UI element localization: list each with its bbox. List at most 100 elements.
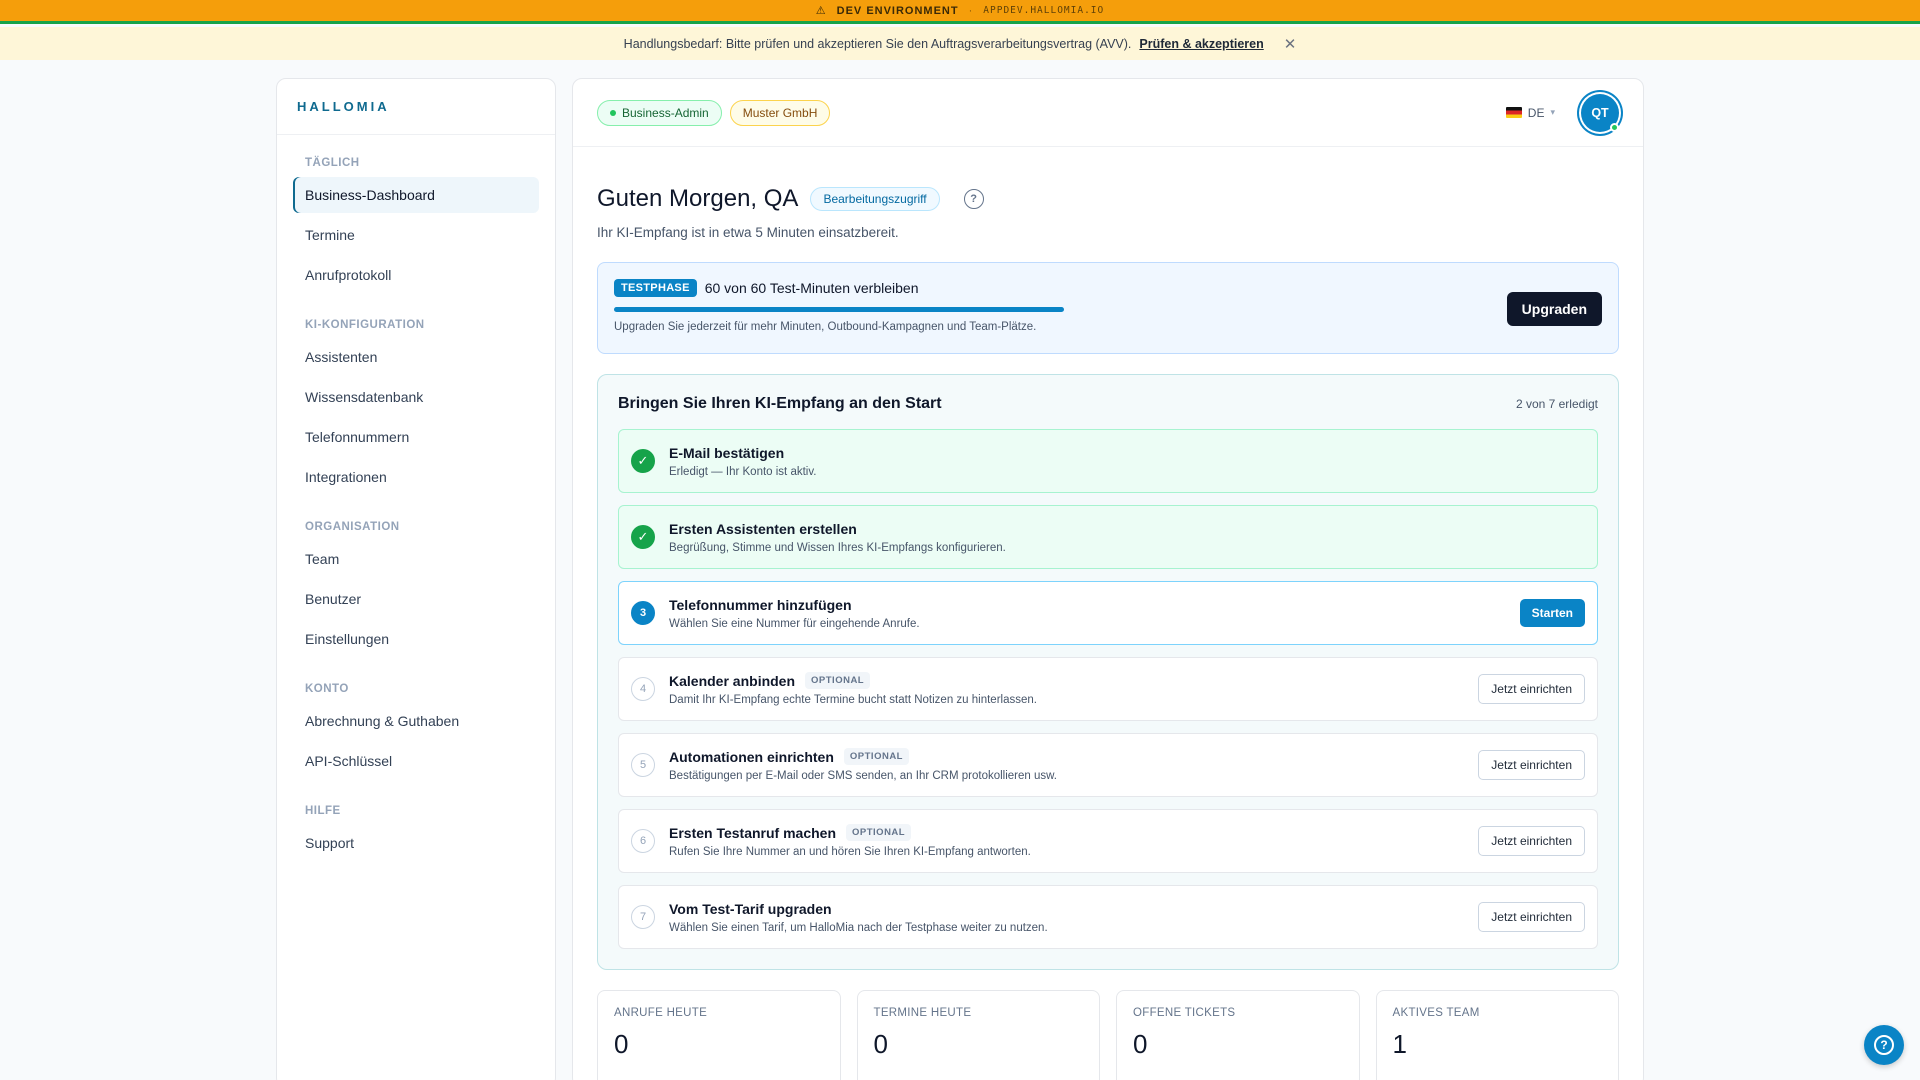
onboarding-progress-count: 2 von 7 erledigt [1515, 397, 1598, 411]
setup-now-button[interactable]: Jetzt einrichten [1478, 826, 1585, 856]
language-label: DE [1527, 105, 1545, 120]
trial-progress-bar [614, 307, 1064, 312]
optional-badge: OPTIONAL [846, 824, 912, 841]
sidebar-section-title: TÄGLICH [305, 157, 360, 169]
help-chat-button[interactable]: ? [1864, 1025, 1904, 1065]
language-selector[interactable]: DE ▾ [1505, 105, 1555, 120]
role-status-dot [610, 109, 616, 116]
sidebar-section-title: HILFE [305, 805, 341, 817]
step-number: 6 [631, 829, 655, 853]
stat-label: AKTIVES TEAM [1392, 1007, 1480, 1019]
trial-progress-fill [614, 307, 1064, 312]
page-title: Guten Morgen, QA [597, 185, 799, 212]
step-description: Bestätigungen per E-Mail oder SMS senden… [669, 770, 1058, 782]
onboarding-checklist: Bringen Sie Ihren KI-Empfang an den Star… [597, 374, 1619, 970]
sidebar-nav: TÄGLICH Business-Dashboard Termine Anrufpro… [277, 135, 555, 861]
notice-text: Handlungsbedarf: Bitte prüfen und akzept… [623, 36, 1132, 51]
step-description: Wählen Sie einen Tarif, um HalloMia nach… [669, 921, 1048, 934]
online-status-dot [1610, 122, 1619, 132]
check-icon: ✓ [631, 449, 655, 473]
help-icon[interactable]: ? [963, 189, 984, 209]
dashboard-content: Guten Morgen, QA Bearbeitungszugriff ? I… [573, 185, 1643, 1080]
organization-badge[interactable]: Muster GmbH [729, 99, 831, 126]
onboarding-step: 4 Kalender anbinden OPTIONAL Damit Ihr KI-E… [618, 657, 1598, 721]
dev-environment-label: DEV ENVIRONMENT [836, 4, 959, 17]
avv-notice-banner: Handlungsbedarf: Bitte prüfen und akzept… [0, 27, 1920, 60]
german-flag-icon [1505, 107, 1522, 118]
stat-value: 0 [873, 1029, 888, 1059]
page-subtitle: Ihr KI-Empfang ist in etwa 5 Minuten ein… [597, 225, 899, 240]
stats-row: ANRUFE HEUTE 0 TERMINE HEUTE 0 OFFENE TICKET… [597, 990, 1619, 1080]
sidebar-item-einstellungen[interactable]: Einstellungen [293, 621, 539, 657]
stat-card: ANRUFE HEUTE 0 [597, 990, 841, 1080]
step-number: 7 [631, 905, 655, 929]
close-icon[interactable]: ✕ [1284, 35, 1297, 53]
chevron-down-icon: ▾ [1550, 107, 1555, 117]
sidebar-item-wissensdatenbank[interactable]: Wissensdatenbank [293, 379, 539, 415]
trial-card: TESTPHASE 60 von 60 Test-Minuten verblei… [597, 262, 1619, 354]
onboarding-step: 3 Telefonnummer hinzufügen Wählen Sie eine… [618, 581, 1598, 645]
trial-tag: TESTPHASE [614, 279, 697, 297]
step-title: Ersten Testanruf machen [669, 824, 837, 841]
sidebar-item-abrechnung-guthaben[interactable]: Abrechnung & Guthaben [293, 703, 539, 739]
sidebar-item-business-dashboard[interactable]: Business-Dashboard [293, 177, 539, 213]
setup-now-button[interactable]: Jetzt einrichten [1478, 902, 1585, 932]
step-description: Damit Ihr KI-Empfang echte Termine bucht… [669, 694, 1037, 706]
step-title: Automationen einrichten [669, 748, 834, 765]
start-button[interactable]: Starten [1519, 599, 1585, 627]
access-badge: Bearbeitungszugriff [810, 187, 940, 211]
step-title: Vom Test-Tarif upgraden [669, 900, 832, 917]
avatar-initials: QT [1591, 105, 1609, 120]
sidebar-item-support[interactable]: Support [293, 825, 539, 861]
sidebar-item-team[interactable]: Team [293, 541, 539, 577]
upgrade-button[interactable]: Upgraden [1506, 292, 1602, 326]
sidebar-item-termine[interactable]: Termine [293, 217, 539, 253]
sidebar-item-anrufprotokoll[interactable]: Anrufprotokoll [293, 257, 539, 293]
user-avatar[interactable]: QT [1581, 93, 1619, 132]
stat-card: AKTIVES TEAM 1 [1375, 990, 1619, 1080]
onboarding-steps: ✓ E-Mail bestätigen Erledigt — Ihr Konto i… [618, 429, 1598, 949]
main-panel: Business-Admin Muster GmbH DE ▾ QT Guten… [572, 78, 1644, 1080]
stat-label: ANRUFE HEUTE [614, 1007, 708, 1019]
stat-value: 1 [1392, 1029, 1407, 1059]
stat-label: TERMINE HEUTE [873, 1007, 972, 1019]
sidebar-section-title: KONTO [305, 683, 349, 695]
dev-environment-bar: ⚠ DEV ENVIRONMENT · APPDEV.HALLOMIA.IO [0, 0, 1920, 24]
step-title: Telefonnummer hinzufügen [669, 596, 852, 613]
optional-badge: OPTIONAL [805, 672, 871, 689]
role-badge: Business-Admin [597, 99, 722, 126]
onboarding-step: 7 Vom Test-Tarif upgraden Wählen Sie einen… [618, 885, 1598, 949]
step-title: Ersten Assistenten erstellen [669, 520, 857, 537]
greeting-row: Guten Morgen, QA Bearbeitungszugriff ? [597, 185, 1619, 213]
sidebar-item-integrationen[interactable]: Integrationen [293, 459, 539, 495]
dev-host: APPDEV.HALLOMIA.IO [983, 5, 1105, 16]
sidebar-item-api-schlüssel[interactable]: API-Schlüssel [293, 743, 539, 779]
role-label: Business-Admin [622, 105, 709, 120]
warning-icon: ⚠ [815, 5, 827, 17]
sidebar-item-benutzer[interactable]: Benutzer [293, 581, 539, 617]
onboarding-step: ✓ E-Mail bestätigen Erledigt — Ihr Konto i… [618, 429, 1598, 493]
trial-description: Upgraden Sie jederzeit für mehr Minuten,… [614, 321, 1037, 333]
review-accept-link[interactable]: Prüfen & akzeptieren [1139, 37, 1263, 51]
stat-value: 0 [1133, 1029, 1148, 1059]
brand-logo[interactable]: HALLOMIA [277, 79, 555, 135]
stat-card: TERMINE HEUTE 0 [856, 990, 1100, 1080]
step-title: E-Mail bestätigen [669, 444, 785, 461]
sidebar-section-title: KI-KONFIGURATION [305, 319, 425, 331]
step-number: 3 [631, 601, 655, 625]
step-description: Wählen Sie eine Nummer für eingehende An… [669, 617, 920, 630]
stat-label: OFFENE TICKETS [1133, 1007, 1236, 1019]
stat-value: 0 [614, 1029, 629, 1059]
top-bar: Business-Admin Muster GmbH DE ▾ QT [573, 79, 1643, 147]
sidebar-item-telefonnummern[interactable]: Telefonnummern [293, 419, 539, 455]
sidebar-item-assistenten[interactable]: Assistenten [293, 339, 539, 375]
step-description: Erledigt — Ihr Konto ist aktiv. [669, 465, 817, 478]
setup-now-button[interactable]: Jetzt einrichten [1478, 674, 1585, 704]
step-number: 5 [631, 753, 655, 777]
step-number: 4 [631, 677, 655, 701]
setup-now-button[interactable]: Jetzt einrichten [1478, 750, 1585, 780]
organization-label: Muster GmbH [742, 105, 818, 120]
sidebar: HALLOMIA TÄGLICH Business-Dashboard Termin… [276, 78, 556, 1080]
step-description: Rufen Sie Ihre Nummer an und hören Sie I… [669, 846, 1031, 858]
onboarding-title: Bringen Sie Ihren KI-Empfang an den Star… [618, 395, 942, 412]
